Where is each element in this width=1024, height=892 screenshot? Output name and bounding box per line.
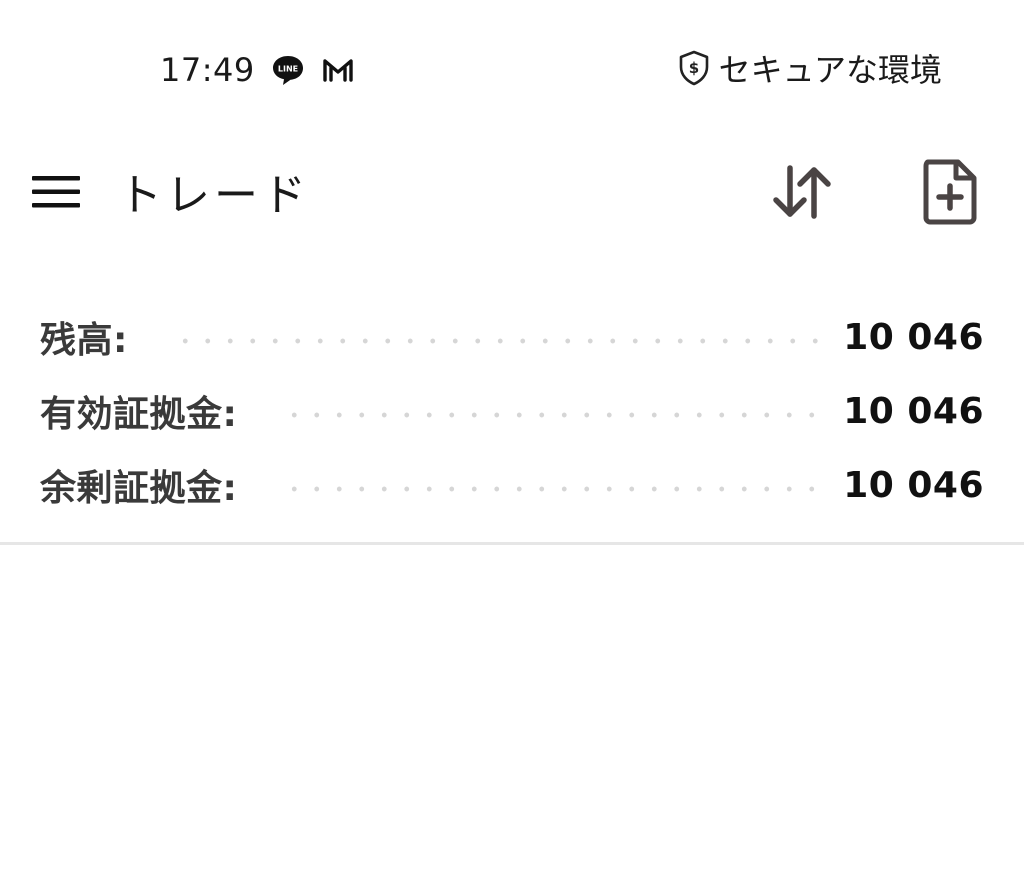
equity-row: 有効証拠金: 10 046: [40, 374, 984, 448]
free-margin-label: 余剰証拠金:: [40, 468, 238, 509]
line-icon: LINE: [270, 52, 306, 88]
page-title: トレード: [118, 170, 310, 221]
account-summary: 残高: 10 046 有効証拠金: 10 046 余剰証拠金: 10 046: [40, 300, 984, 522]
new-order-button[interactable]: [912, 154, 988, 234]
balance-row: 残高: 10 046: [40, 300, 984, 374]
balance-value: 10 046: [843, 316, 984, 358]
free-margin-value: 10 046: [843, 464, 984, 506]
status-bar: 17:49 LINE $ セキュアな環境: [0, 0, 1024, 140]
status-time: 17:49: [160, 51, 255, 89]
dot-leader: [283, 486, 824, 492]
balance-label: 残高:: [40, 320, 128, 361]
hamburger-menu-icon: [29, 172, 83, 216]
shield-dollar-icon: $: [677, 49, 711, 91]
svg-text:LINE: LINE: [278, 65, 298, 74]
dot-leader: [283, 412, 824, 418]
dot-leader: [173, 338, 824, 344]
equity-label: 有効証拠金:: [40, 394, 238, 435]
menu-button[interactable]: [26, 166, 86, 222]
sort-button[interactable]: [766, 158, 838, 230]
gmail-icon: [320, 52, 356, 88]
positions-list-area: [0, 545, 1024, 892]
equity-value: 10 046: [843, 390, 984, 432]
add-document-icon: [920, 158, 980, 230]
secure-environment-label: セキュアな環境: [718, 51, 942, 89]
svg-text:$: $: [688, 59, 698, 77]
secure-environment-indicator: $ セキュアな環境: [677, 50, 942, 90]
free-margin-row: 余剰証拠金: 10 046: [40, 448, 984, 522]
app-bar: トレード: [0, 140, 1024, 250]
sort-arrows-icon: [768, 162, 836, 226]
